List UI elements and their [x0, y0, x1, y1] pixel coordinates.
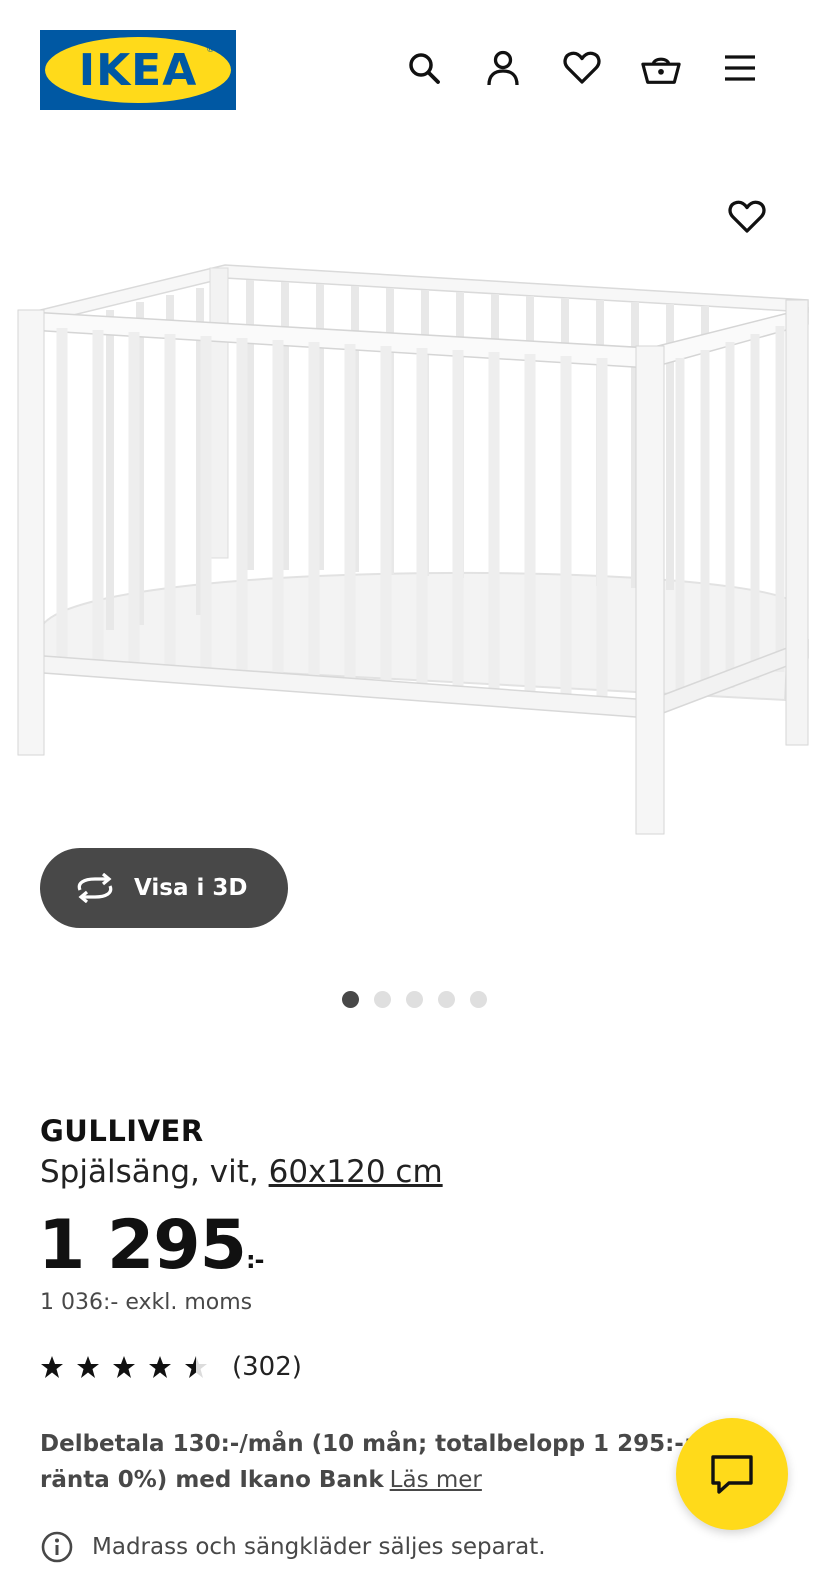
gallery-dot-2[interactable]	[374, 991, 391, 1008]
rating-count: (302)	[232, 1352, 302, 1382]
gallery-dot-4[interactable]	[438, 991, 455, 1008]
gallery-dot-3[interactable]	[406, 991, 423, 1008]
installment-info: Delbetala 130:-/mån (10 mån; totalbelopp…	[40, 1426, 780, 1498]
star-full-icon	[149, 1356, 171, 1378]
note-text: Madrass och sängkläder säljes separat.	[92, 1534, 546, 1560]
price-main: 1 295	[38, 1206, 247, 1285]
info-icon	[41, 1531, 73, 1563]
view-in-3d-button[interactable]: Visa i 3D	[40, 848, 288, 928]
chat-icon	[711, 1455, 753, 1494]
price-suffix: :-	[245, 1246, 265, 1274]
gallery-pagination	[342, 991, 487, 1008]
gallery-dot-1[interactable]	[342, 991, 359, 1008]
view-in-3d-label: Visa i 3D	[134, 875, 248, 901]
sold-separately-note: Madrass och sängkläder säljes separat.	[40, 1530, 546, 1564]
crib-illustration	[17, 264, 809, 835]
star-full-icon	[77, 1356, 99, 1378]
save-to-favourites-icon[interactable]	[728, 200, 768, 240]
product-type: Spjälsäng, vit,	[40, 1154, 269, 1190]
read-more-link[interactable]: Läs mer	[390, 1467, 482, 1493]
rating-stars	[40, 1355, 208, 1379]
product-rating[interactable]: (302)	[40, 1352, 302, 1382]
basket-icon[interactable]	[641, 48, 681, 88]
star-full-icon	[113, 1356, 135, 1378]
registered-mark: ®	[206, 45, 215, 55]
product-image-crib[interactable]	[0, 240, 828, 850]
star-half-icon	[185, 1356, 207, 1378]
star-full-icon	[41, 1356, 63, 1378]
product-price: 1 295:-	[38, 1206, 264, 1285]
product-name: GULLIVER	[40, 1114, 204, 1148]
site-header: IKEA ®	[0, 0, 828, 140]
product-description: Spjälsäng, vit, 60x120 cm	[40, 1154, 443, 1190]
rotate-3d-icon	[77, 873, 113, 903]
logo-text: IKEA	[78, 44, 198, 96]
heart-icon[interactable]	[562, 48, 602, 88]
gallery-dot-5[interactable]	[470, 991, 487, 1008]
price-ex-vat: 1 036:- exkl. moms	[40, 1290, 253, 1315]
search-icon[interactable]	[404, 48, 444, 88]
size-link[interactable]: 60x120 cm	[269, 1154, 443, 1190]
account-icon[interactable]	[483, 48, 523, 88]
menu-icon[interactable]	[720, 48, 760, 88]
logo-oval: IKEA ®	[45, 37, 231, 103]
ikea-logo[interactable]: IKEA ®	[40, 30, 236, 110]
chat-button[interactable]	[676, 1418, 788, 1530]
